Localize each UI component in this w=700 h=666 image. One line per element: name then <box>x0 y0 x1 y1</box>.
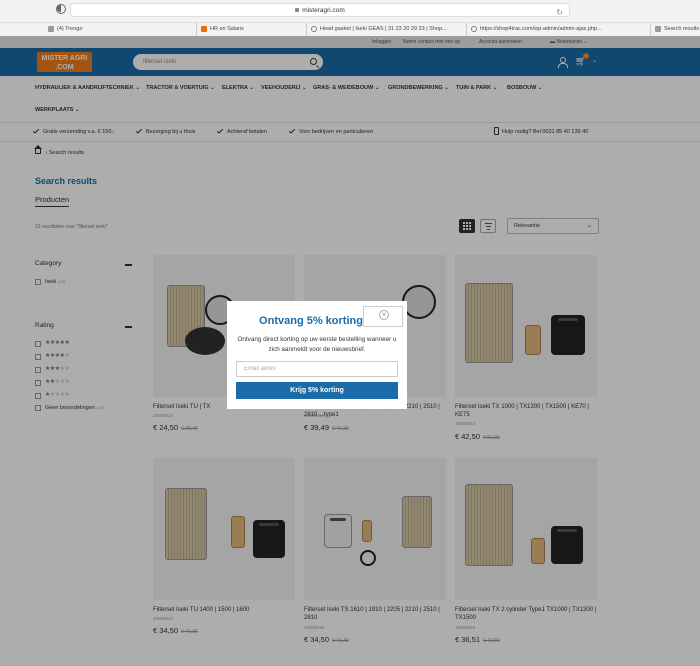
email-field[interactable] <box>236 361 398 377</box>
address-row: misteragri.com ↻ <box>0 0 700 20</box>
tab-label: https://shop4trac.com/wp-admin/admin-aja… <box>480 26 602 32</box>
reload-icon[interactable]: ↻ <box>556 6 563 19</box>
site-favicon-icon <box>471 25 477 32</box>
site-favicon-icon <box>655 25 661 32</box>
trengo-favicon-icon <box>48 25 54 32</box>
tab-trengo[interactable]: (4) Trengo <box>44 23 194 37</box>
address-bar[interactable]: misteragri.com ↻ <box>70 3 570 17</box>
site-favicon-icon <box>311 25 317 32</box>
close-button[interactable] <box>363 306 403 327</box>
sidebar-toggle-icon[interactable] <box>56 4 66 14</box>
tab-label: (4) Trengo <box>57 26 83 32</box>
modal-description: Ontvang direct korting op uw eerste best… <box>237 336 397 353</box>
url-text: misteragri.com <box>302 7 345 14</box>
subscribe-button[interactable]: Krijg 5% korting <box>236 382 398 399</box>
tab-label: HR en Salaris <box>210 26 244 32</box>
tab-label: Head gasket | Iseki GEAS | 31 23 20 29 3… <box>320 26 447 32</box>
tab-search-results[interactable]: Search results <box>650 23 700 37</box>
tab-head-gasket[interactable]: Head gasket | Iseki GEAS | 31 23 20 29 3… <box>306 23 464 37</box>
browser-chrome: misteragri.com ↻ (4) Trengo HR en Salari… <box>0 0 700 37</box>
tab-hr[interactable]: HR en Salaris <box>196 23 304 37</box>
tab-bar: (4) Trengo HR en Salaris Head gasket | I… <box>0 22 700 37</box>
lock-icon <box>295 8 300 13</box>
tab-admin-ajax[interactable]: https://shop4trac.com/wp-admin/admin-aja… <box>466 23 626 37</box>
tab-label: Search results <box>664 26 700 32</box>
hr-favicon-icon <box>201 25 207 32</box>
newsletter-modal: Ontvang 5% korting Ontvang direct kortin… <box>227 301 407 409</box>
